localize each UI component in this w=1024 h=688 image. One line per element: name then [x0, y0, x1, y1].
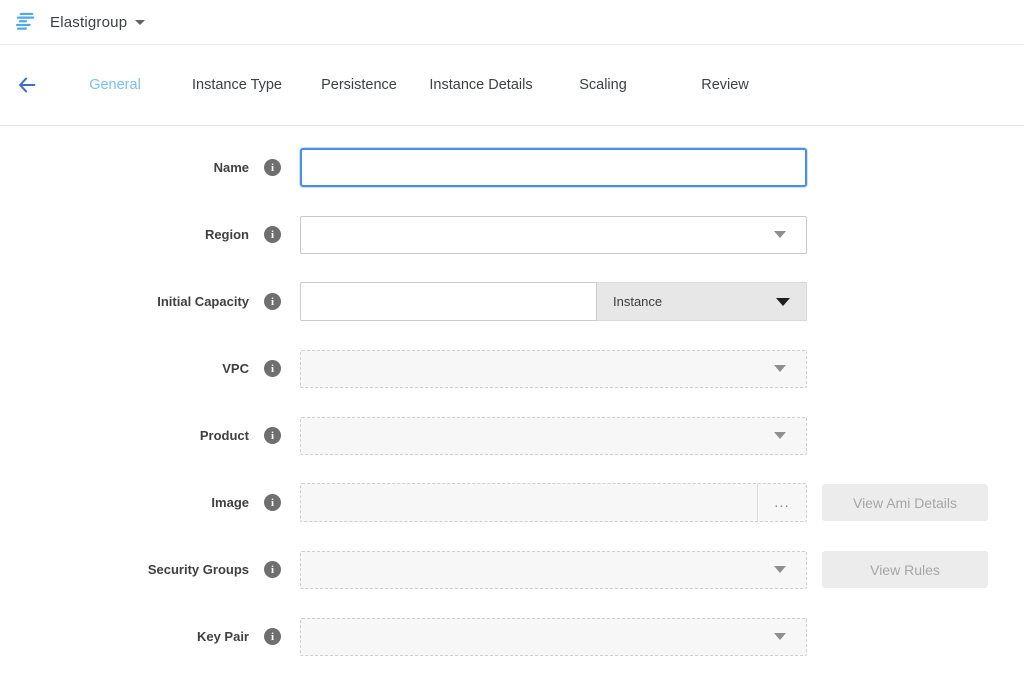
info-icon[interactable]: i — [264, 427, 281, 444]
name-input[interactable] — [300, 148, 807, 187]
caret-down-icon — [135, 20, 145, 25]
name-row: Name i — [0, 148, 1024, 187]
security-groups-row: Security Groups i View Rules — [0, 550, 1024, 589]
info-icon[interactable]: i — [264, 494, 281, 511]
view-rules-button[interactable]: View Rules — [822, 551, 988, 588]
vpc-label: VPC — [222, 361, 249, 376]
vpc-row: VPC i — [0, 349, 1024, 388]
caret-down-icon — [774, 365, 786, 372]
security-groups-select[interactable] — [300, 551, 807, 589]
tab-review[interactable]: Review — [664, 77, 786, 93]
app-name: Elastigroup — [50, 14, 127, 31]
caret-down-icon — [774, 432, 786, 439]
info-icon[interactable]: i — [264, 360, 281, 377]
info-icon[interactable]: i — [264, 628, 281, 645]
product-row: Product i — [0, 416, 1024, 455]
general-settings-form: Name i Region i Initial Capacity i Inst — [0, 126, 1024, 656]
elastigroup-logo-icon — [13, 11, 37, 33]
info-icon[interactable]: i — [264, 226, 281, 243]
caret-down-icon — [774, 633, 786, 640]
tab-persistence[interactable]: Persistence — [298, 77, 420, 93]
product-select[interactable] — [300, 417, 807, 455]
capacity-unit-value: Instance — [613, 294, 662, 309]
initial-capacity-input[interactable] — [300, 282, 597, 321]
key-pair-select[interactable] — [300, 618, 807, 656]
info-icon[interactable]: i — [264, 561, 281, 578]
image-value — [301, 484, 757, 521]
caret-down-icon — [774, 231, 786, 238]
image-browse-button[interactable]: ... — [757, 484, 806, 521]
back-arrow-icon[interactable] — [14, 72, 40, 98]
tab-general[interactable]: General — [54, 77, 176, 93]
key-pair-label: Key Pair — [197, 629, 249, 644]
tab-scaling[interactable]: Scaling — [542, 77, 664, 93]
caret-down-icon — [774, 566, 786, 573]
initial-capacity-row: Initial Capacity i Instance — [0, 282, 1024, 321]
region-label: Region — [205, 227, 249, 242]
info-icon[interactable]: i — [264, 159, 281, 176]
initial-capacity-label: Initial Capacity — [157, 294, 249, 309]
tab-instance-details[interactable]: Instance Details — [420, 77, 542, 93]
caret-down-icon — [776, 298, 790, 306]
view-ami-details-button[interactable]: View Ami Details — [822, 484, 988, 521]
image-label: Image — [211, 495, 249, 510]
image-row: Image i ... View Ami Details — [0, 483, 1024, 522]
key-pair-row: Key Pair i — [0, 617, 1024, 656]
vpc-select[interactable] — [300, 350, 807, 388]
region-row: Region i — [0, 215, 1024, 254]
capacity-unit-select[interactable]: Instance — [597, 282, 807, 321]
region-select[interactable] — [300, 216, 807, 254]
info-icon[interactable]: i — [264, 293, 281, 310]
name-label: Name — [214, 160, 249, 175]
wizard-tabbar: General Instance Type Persistence Instan… — [0, 45, 1024, 126]
security-groups-label: Security Groups — [148, 562, 249, 577]
tab-instance-type[interactable]: Instance Type — [176, 77, 298, 93]
image-field[interactable]: ... — [300, 483, 807, 522]
topbar: Elastigroup — [0, 0, 1024, 45]
product-label: Product — [200, 428, 249, 443]
app-switcher[interactable]: Elastigroup — [13, 11, 145, 33]
